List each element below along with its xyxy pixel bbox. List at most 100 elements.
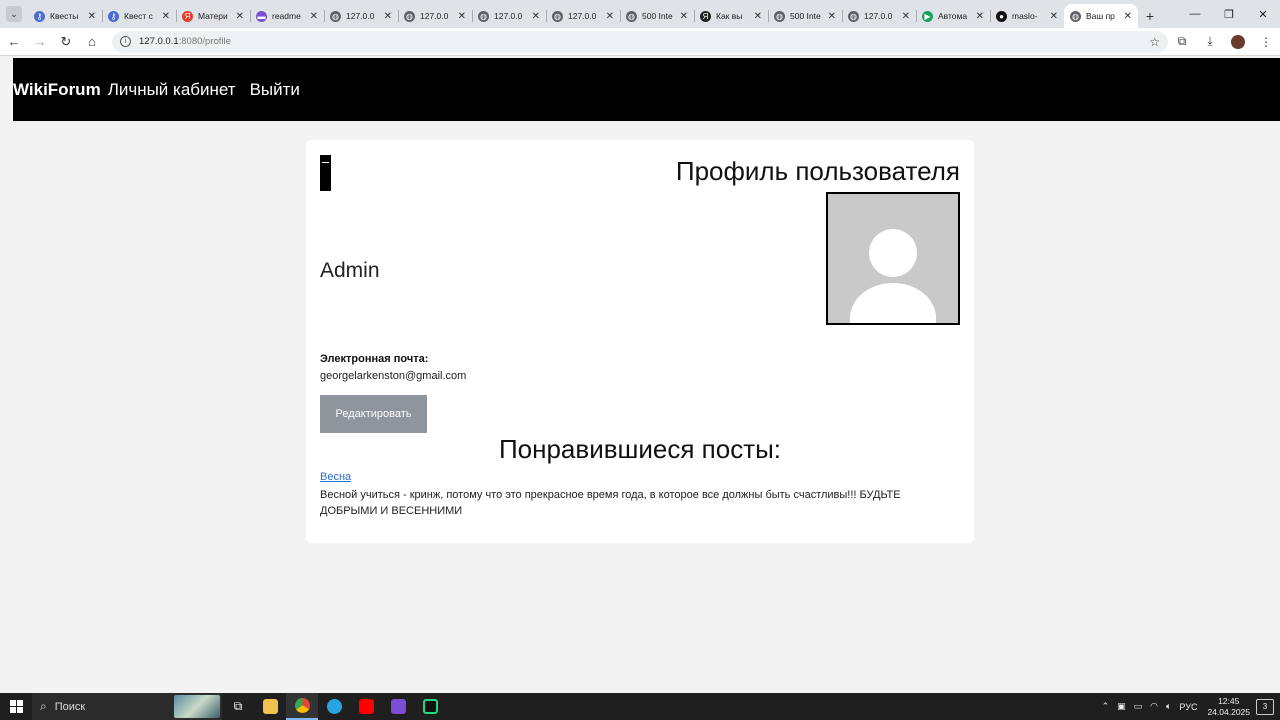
key-icon: ⚷: [34, 10, 45, 22]
file-explorer-icon[interactable]: [254, 693, 286, 720]
browser-tab[interactable]: Я Матери ✕: [176, 4, 250, 28]
close-window-icon[interactable]: ✕: [1246, 8, 1280, 21]
restore-icon[interactable]: ❐: [1212, 8, 1246, 21]
tab-title: Квест с: [124, 11, 153, 21]
tab-title: Как вы: [716, 11, 743, 21]
tab-title: 127.0.0: [864, 11, 893, 21]
search-icon: ⌕: [40, 699, 47, 713]
globe-icon: ◍: [774, 10, 785, 22]
tab-close-icon[interactable]: ✕: [532, 11, 540, 22]
visual-studio-icon[interactable]: [382, 693, 414, 720]
wifi-icon[interactable]: ◠: [1150, 701, 1158, 712]
tab-strip: ⌄ ⚷ Квесты ✕ ⚷ Квест с ✕ Я Матери ✕ ▬ readme ✕ ◍ 127.…: [0, 0, 1280, 28]
tab-title: Ваш пр: [1086, 11, 1115, 21]
browser-tab[interactable]: ⚷ Квест с ✕: [102, 4, 176, 28]
tab-close-icon[interactable]: ✕: [162, 11, 170, 22]
browser-tab[interactable]: ◍ 127.0.0 ✕: [324, 4, 398, 28]
pycharm-icon[interactable]: [414, 693, 446, 720]
tab-close-icon[interactable]: ✕: [754, 11, 762, 22]
email-value: georgelarkenston@gmail.com: [320, 370, 467, 382]
tray-app-icon[interactable]: ▣: [1117, 701, 1126, 712]
browser-tab[interactable]: ▶ Автома ✕: [916, 4, 990, 28]
telegram-icon[interactable]: [318, 693, 350, 720]
readme-icon: ▬: [256, 10, 267, 22]
tab-close-icon[interactable]: ✕: [236, 11, 244, 22]
post-title-link[interactable]: Весна: [320, 471, 351, 483]
tab-title: 127.0.0: [420, 11, 449, 21]
volume-icon[interactable]: 🔈︎: [1166, 701, 1171, 712]
post-text: Весной учиться - кринж, потому что это п…: [320, 489, 901, 517]
battery-icon[interactable]: ▭: [1134, 701, 1143, 712]
task-view-icon[interactable]: ⧉: [222, 693, 254, 720]
chrome-icon[interactable]: [286, 693, 318, 720]
globe-icon: ◍: [478, 10, 489, 22]
back-button[interactable]: ←: [2, 30, 26, 54]
extensions-icon[interactable]: ⧉: [1168, 30, 1196, 54]
tab-title: 500 Inte: [642, 11, 673, 21]
taskbar-search-placeholder: Поиск: [54, 700, 86, 713]
globe-icon: ◍: [404, 10, 415, 22]
tab-close-icon[interactable]: ✕: [1124, 11, 1132, 22]
clock-date: 24.04.2025: [1207, 706, 1250, 717]
bookmark-star-icon[interactable]: ☆: [1149, 35, 1160, 49]
language-indicator[interactable]: РУС: [1179, 702, 1197, 712]
site-brand[interactable]: WikiForum: [13, 80, 101, 100]
tab-close-icon[interactable]: ✕: [976, 11, 984, 22]
tab-close-icon[interactable]: ✕: [88, 11, 96, 22]
page-title: Профиль пользователя: [675, 156, 960, 186]
browser-tab[interactable]: ◍ 127.0.0 ✕: [398, 4, 472, 28]
email-label: Электронная почта:: [320, 353, 429, 365]
forward-button[interactable]: →: [28, 30, 52, 54]
windows-start-icon[interactable]: [0, 693, 32, 720]
browser-tab[interactable]: ● maslo- ✕: [990, 4, 1064, 28]
browser-tab[interactable]: ◍ 127.0.0 ✕: [546, 4, 620, 28]
nav-cabinet-link[interactable]: Личный кабинет: [108, 80, 236, 100]
url-path: :8080/profile: [178, 36, 231, 47]
window-controls: — ❐ ✕: [1178, 0, 1280, 28]
browser-tab[interactable]: ◍ 500 Inte ✕: [768, 4, 842, 28]
tab-title: Автома: [938, 11, 968, 21]
edit-profile-button[interactable]: Редактировать: [320, 395, 427, 433]
tray-chevron-icon[interactable]: ⌃: [1102, 701, 1110, 712]
tab-close-icon[interactable]: ✕: [458, 11, 466, 22]
reload-button[interactable]: ↻: [54, 30, 78, 54]
browser-tab[interactable]: Я Как вы ✕: [694, 4, 768, 28]
browser-tab[interactable]: ▬ readme ✕: [250, 4, 324, 28]
tab-close-icon[interactable]: ✕: [1050, 11, 1058, 22]
taskbar: ⌕ Поиск ⧉ ⌃ ▣ ▭ ◠ 🔈︎ РУС 12:45 24.04.202…: [0, 693, 1280, 720]
download-icon[interactable]: ⤓: [1196, 30, 1224, 54]
browser-tab[interactable]: ◍ Ваш пр ✕: [1064, 4, 1138, 28]
tab-close-icon[interactable]: ✕: [902, 11, 910, 22]
yandex-icon: Я: [182, 10, 193, 22]
nav-logout-link[interactable]: Выйти: [250, 80, 300, 100]
tab-title: 127.0.0: [346, 11, 375, 21]
liked-posts-heading: Понравившиеся посты:: [498, 434, 782, 464]
tab-close-icon[interactable]: ✕: [680, 11, 688, 22]
tab-title: Квесты: [50, 11, 79, 21]
site-info-icon[interactable]: i: [120, 36, 131, 47]
browser-tab[interactable]: ◍ 127.0.0 ✕: [842, 4, 916, 28]
clock[interactable]: 12:45 24.04.2025: [1207, 696, 1250, 718]
youtube-icon[interactable]: [350, 693, 382, 720]
browser-tab[interactable]: ◍ 500 Inte ✕: [620, 4, 694, 28]
tab-close-icon[interactable]: ✕: [828, 11, 836, 22]
search-highlight-image: [174, 695, 220, 718]
home-button[interactable]: ⌂: [80, 30, 104, 54]
profile-avatar[interactable]: [1224, 30, 1252, 54]
tab-close-icon[interactable]: ✕: [384, 11, 392, 22]
browser-tab[interactable]: ⚷ Квесты ✕: [28, 4, 102, 28]
tab-search-menu[interactable]: ⌄: [6, 6, 22, 22]
browser-menu-icon[interactable]: ⋮: [1252, 30, 1280, 54]
new-tab-button[interactable]: +: [1138, 4, 1162, 28]
minimize-icon[interactable]: —: [1178, 8, 1212, 20]
tab-close-icon[interactable]: ✕: [310, 11, 318, 22]
tab-close-icon[interactable]: ✕: [606, 11, 614, 22]
tabs-container: ⚷ Квесты ✕ ⚷ Квест с ✕ Я Матери ✕ ▬ readme ✕ ◍ 127.0.…: [28, 4, 1138, 28]
broken-image-icon: [320, 155, 331, 191]
browser-tab[interactable]: ◍ 127.0.0 ✕: [472, 4, 546, 28]
url-field[interactable]: i 127.0.0.1:8080/profile ☆: [112, 30, 1168, 53]
notifications-icon[interactable]: 3: [1256, 698, 1274, 715]
taskbar-search[interactable]: ⌕ Поиск: [32, 693, 222, 720]
globe-icon: ◍: [552, 10, 563, 22]
tab-title: 127.0.0: [568, 11, 597, 21]
